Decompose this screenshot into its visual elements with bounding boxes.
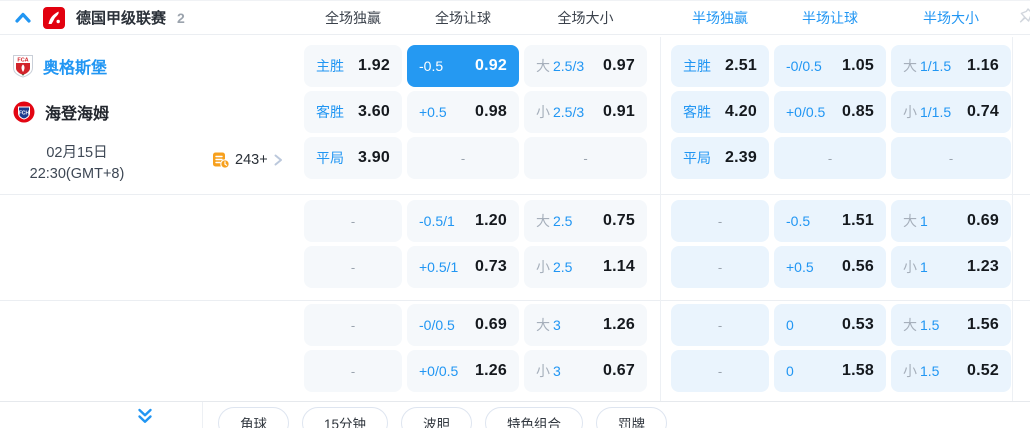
odds-cell[interactable]: 大 2.5/3 0.97 [524,45,647,87]
odds-cell-empty: - [891,137,1011,179]
group-divider [0,300,1030,301]
odds-group-main: 主胜 1.92 -0.5 0.92 大 2.5/3 0.97 主胜 2.51 -0/0.5… [304,45,1011,179]
odds-cell[interactable]: 小 2.5 1.14 [524,246,647,288]
odds-cell[interactable]: 客胜 4.20 [671,91,769,133]
home-team-row[interactable]: FCA 奥格斯堡 [12,45,107,87]
chevron-up-icon[interactable] [14,10,32,25]
odds-cell[interactable]: -0.5 1.51 [774,200,886,242]
market-column-headers: 全场独赢 全场让球 全场大小 半场独赢 半场让球 半场大小 [304,1,1011,34]
odds-cell[interactable]: +0.5 0.56 [774,246,886,288]
odds-cell[interactable]: +0.5 0.98 [407,91,519,133]
odds-cell[interactable]: 0 1.58 [774,350,886,392]
odds-panel: 德国甲级联赛 2 全场独赢 全场让球 全场大小 半场独赢 半场让球 半场大小 F… [0,0,1030,428]
odds-cell-selected[interactable]: -0.5 0.92 [407,45,519,87]
odds-cell-empty: - [407,137,519,179]
svg-text:FCA: FCA [17,57,28,63]
odds-cell[interactable]: +0.5/1 0.73 [407,246,519,288]
odds-cell[interactable]: 大 1.5 1.56 [891,304,1011,346]
league-header: 德国甲级联赛 2 [14,1,185,34]
match-time: 02月15日 22:30(GMT+8) [4,143,150,185]
bundesliga-logo-icon [43,6,65,29]
odds-cell[interactable]: 小 1.5 0.52 [891,350,1011,392]
tab-corners[interactable]: 角球 [218,407,289,428]
odds-cell[interactable]: 0 0.53 [774,304,886,346]
odds-group-alt-lines-1: - -0.5/1 1.20 大 2.5 0.75 - -0.5 1.51 大 1 0.69 … [304,200,1011,288]
header-divider [0,34,1030,35]
odds-cell[interactable]: 小 1 1.23 [891,246,1011,288]
svg-text:FCH: FCH [19,111,30,117]
odds-cell[interactable]: 主胜 2.51 [671,45,769,87]
league-name: 德国甲级联赛 [76,10,167,27]
odds-cell[interactable]: 小 2.5/3 0.91 [524,91,647,133]
column-header-ft-1x2: 全场独赢 [325,9,381,26]
match-date: 02月15日 [46,145,108,161]
tab-15min[interactable]: 15分钟 [302,407,389,428]
league-match-count: 2 [177,9,185,26]
odds-cell-empty: - [304,350,402,392]
odds-cell[interactable]: 客胜 3.60 [304,91,402,133]
heidenheim-crest-icon: FCH [12,100,36,124]
odds-group-alt-lines-2: - -0/0.5 0.69 大 3 1.26 - 0 0.53 大 1.5 1.56 - +… [304,304,1011,392]
odds-cell[interactable]: 平局 3.90 [304,137,402,179]
odds-cell-empty: - [671,350,769,392]
more-markets-count: 243+ [235,152,268,168]
odds-cell[interactable]: 大 2.5 0.75 [524,200,647,242]
away-team-name: 海登海姆 [45,106,110,123]
odds-cell[interactable]: 主胜 1.92 [304,45,402,87]
markets-clock-icon [212,151,230,169]
odds-cell[interactable]: +0/0.5 1.26 [407,350,519,392]
odds-cell[interactable]: 大 1/1.5 1.16 [891,45,1011,87]
tab-correct-score[interactable]: 波胆 [401,407,473,428]
odds-cell-empty: - [671,304,769,346]
odds-cell-empty: - [671,246,769,288]
footer-vertical-divider [202,402,203,428]
double-chevron-down-icon[interactable] [136,408,154,425]
odds-cell-empty: - [671,200,769,242]
pin-icon[interactable] [1018,7,1030,25]
extra-market-tabs: 角球 15分钟 波胆 特色组合 罚牌 [218,407,668,428]
right-edge-divider [1012,37,1013,401]
match-kickoff: 22:30(GMT+8) [29,166,125,182]
odds-cell[interactable]: 大 1 0.69 [891,200,1011,242]
column-header-ht-1x2: 半场独赢 [692,9,748,26]
column-header-ht-overunder: 半场大小 [923,9,979,26]
augsburg-crest-icon: FCA [12,54,34,78]
away-team-row[interactable]: FCH 海登海姆 [12,91,109,133]
odds-cell[interactable]: 小 3 0.67 [524,350,647,392]
home-team-name: 奥格斯堡 [43,60,108,77]
odds-cell-empty: - [304,246,402,288]
odds-cell[interactable]: -0/0.5 0.69 [407,304,519,346]
odds-cell-empty: - [774,137,886,179]
column-header-ft-overunder: 全场大小 [557,9,614,26]
column-header-ht-handicap: 半场让球 [802,9,858,26]
column-header-ft-handicap: 全场让球 [435,9,491,26]
odds-cell-empty: - [524,137,647,179]
tab-cards[interactable]: 罚牌 [596,407,668,428]
odds-cell-empty: - [304,304,402,346]
chevron-right-icon [273,153,283,167]
odds-cell-empty: - [304,200,402,242]
footer-divider [0,401,1030,402]
odds-cell[interactable]: +0/0.5 0.85 [774,91,886,133]
more-markets-link[interactable]: 243+ [212,151,283,169]
odds-cell[interactable]: -0.5/1 1.20 [407,200,519,242]
group-divider [0,194,1030,195]
odds-cell[interactable]: 大 3 1.26 [524,304,647,346]
odds-cell[interactable]: 平局 2.39 [671,137,769,179]
tab-special-combos[interactable]: 特色组合 [485,407,584,428]
odds-cell[interactable]: -0/0.5 1.05 [774,45,886,87]
odds-cell[interactable]: 小 1/1.5 0.74 [891,91,1011,133]
